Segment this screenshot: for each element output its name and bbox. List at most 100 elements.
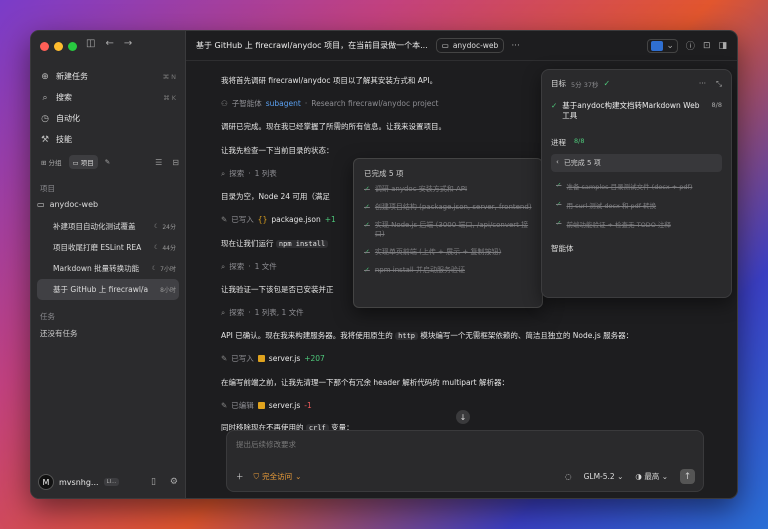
message-fragment: API 已确认。现在我来构建服务器。我将使用原生的 xyxy=(221,331,393,340)
gear-icon[interactable]: ⚙ xyxy=(170,477,178,487)
subagent-separator: · xyxy=(304,99,308,108)
tab-project[interactable]: ▭ 项目 xyxy=(68,155,98,169)
task-item-label: Markdown 批量转换功能 xyxy=(53,264,140,273)
effort-select[interactable]: ◑ 最高 ⌄ xyxy=(635,471,668,482)
avatar[interactable]: M xyxy=(38,474,54,490)
task-item[interactable]: 基于 GitHub 上 firecrawl/a 8小时 xyxy=(37,279,179,300)
subagent-label: 子智能体 xyxy=(231,99,262,108)
forward-arrow-icon[interactable]: → xyxy=(124,38,132,49)
completed-item: ✓ 调研 anydoc 安装方式和 API xyxy=(364,185,532,195)
task-item[interactable]: 项目收尾打磨 ESLint REA ☾ 44分 xyxy=(37,237,179,258)
task-item-label: 项目收尾打磨 ESLint REA xyxy=(53,243,142,252)
task-item-time: 7小时 xyxy=(160,266,176,273)
completed-items-toggle[interactable]: ‹ 已完成 5 项 xyxy=(551,153,722,172)
explore-row[interactable]: ⌕ 探索 · 1 列表, 1 文件 xyxy=(221,307,304,318)
close-window-button[interactable] xyxy=(40,42,49,51)
panel-toggle-icon[interactable]: ◨ xyxy=(718,41,727,51)
skills-button[interactable]: ⚒ 技能 xyxy=(37,129,179,150)
empty-tasks-text: 还没有任务 xyxy=(40,329,78,338)
completed-item-label: 调研 anydoc 安装方式和 API xyxy=(374,185,468,193)
task-item[interactable]: 补建项目自动化测试覆盖 ☾ 24分 xyxy=(37,216,179,237)
edit-row[interactable]: ✎ 已编辑 server.js -1 xyxy=(221,400,312,411)
explore-label: 探索 xyxy=(229,308,245,317)
automation-label: 自动化 xyxy=(56,114,80,123)
goal-label: 目标 xyxy=(551,79,566,88)
explore-row[interactable]: ⌕ 探索 · 1 列表 xyxy=(221,168,277,179)
archive-icon[interactable]: ⊟ xyxy=(172,158,179,167)
editor-select[interactable]: ⌄ xyxy=(647,38,678,53)
sidebar-toggle-icon[interactable]: ◫ xyxy=(86,38,95,49)
progress-item: ✓ 用 curl 测试 docx 和 pdf 转换 xyxy=(551,200,722,210)
explore-detail: 1 列表, 1 文件 xyxy=(254,308,304,317)
subagent-icon: ⚇ xyxy=(221,99,228,108)
more-icon[interactable]: ··· xyxy=(699,79,706,89)
phone-icon[interactable]: ▯ xyxy=(151,477,156,487)
moon-icon: ☾ xyxy=(153,244,160,251)
edit-label: 已编辑 xyxy=(231,401,254,410)
editor-icon xyxy=(651,40,664,51)
model-label: GLM-5.2 xyxy=(583,472,615,481)
back-arrow-icon[interactable]: ← xyxy=(105,38,113,49)
progress-item-label: 用 curl 测试 docx 和 pdf 转换 xyxy=(566,201,657,210)
check-circle-icon: ✓ xyxy=(364,248,370,257)
sidebar-toolbar: ◫ ← → xyxy=(86,38,132,49)
message-fragment: 模块编写一个无需框架依赖的、简洁且独立的 Node.js 服务器： xyxy=(420,331,634,340)
user-name[interactable]: mvsnhg... xyxy=(59,478,99,487)
task-item[interactable]: Markdown 批量转换功能 ☾ 7小时 xyxy=(37,258,179,279)
filter-icon[interactable]: ☰ xyxy=(155,158,162,167)
folder-icon: ▭ xyxy=(37,200,45,209)
completed-item: ✓ npm install 并启动服务验证 xyxy=(364,266,532,276)
clock-icon: ◷ xyxy=(41,113,49,124)
prompt-input[interactable]: 提出后续修改要求 xyxy=(236,439,296,450)
subagent-name: subagent xyxy=(265,99,301,108)
new-task-button[interactable]: ⊕ 新建任务 ⌘ N xyxy=(37,66,179,87)
completed-items-popover: 已完成 5 项 ✓ 调研 anydoc 安装方式和 API ✓ 创建项目结构 (… xyxy=(353,158,543,308)
js-file-icon xyxy=(257,402,265,409)
explore-separator: · xyxy=(248,262,251,271)
popover-title: 已完成 5 项 xyxy=(364,169,404,178)
sidebar: ◫ ← → ⊕ 新建任务 ⌘ N ⌕ 搜索 ⌘ K ◷ 自动化 ⚒ 技能 ⊞ 分… xyxy=(31,31,186,498)
write-row[interactable]: ✎ 已写入 server.js +207 xyxy=(221,353,325,364)
skills-label: 技能 xyxy=(56,135,72,144)
new-task-label: 新建任务 xyxy=(56,72,88,81)
pin-icon[interactable]: ✎ xyxy=(101,156,114,168)
scroll-down-button[interactable]: ↓ xyxy=(456,410,470,424)
collapse-icon[interactable]: ⤡ xyxy=(716,79,722,89)
new-task-icon: ⊕ xyxy=(41,71,49,82)
model-select[interactable]: GLM-5.2 ⌄ xyxy=(584,472,624,481)
goal-panel: 目标 5分 37秒 ✓ ··· ⤡ ✓ 基于anydoc构建文档转Markdow… xyxy=(541,69,732,298)
write-row[interactable]: ✎ 已写入 {} package.json +1 xyxy=(221,214,336,225)
maximize-window-button[interactable] xyxy=(68,42,77,51)
automation-button[interactable]: ◷ 自动化 xyxy=(37,108,179,129)
project-anydoc-web[interactable]: ▭ anydoc-web xyxy=(37,200,179,209)
check-circle-icon: ✓ xyxy=(556,199,562,208)
search-button[interactable]: ⌕ 搜索 ⌘ K xyxy=(37,87,179,108)
page-title: 基于 GitHub 上 firecrawl/anydoc 项目，在当前目录做一个… xyxy=(196,41,428,50)
send-button[interactable]: ↑ xyxy=(680,469,695,484)
subagent-row[interactable]: ⚇ 子智能体 subagent · Research firecrawl/any… xyxy=(221,98,438,109)
search-label: 搜索 xyxy=(56,93,72,102)
access-select[interactable]: ⛉ 完全访问 ⌄ xyxy=(254,471,302,482)
chevron-down-icon: ⌄ xyxy=(661,472,668,481)
file-name: server.js xyxy=(268,401,301,410)
tab-group[interactable]: ⊞ 分组 xyxy=(37,155,66,169)
explore-row[interactable]: ⌕ 探索 · 1 文件 xyxy=(221,261,277,272)
message-text: 目录为空，Node 24 可用（满足 xyxy=(221,192,330,201)
more-icon[interactable]: ··· xyxy=(511,41,520,51)
folder-chip[interactable]: ▭ anydoc-web xyxy=(435,38,505,53)
help-icon[interactable]: ⓘ xyxy=(686,39,695,52)
tab-group-label: 分组 xyxy=(48,159,62,167)
terminal-icon[interactable]: ⊡ xyxy=(703,41,711,51)
json-file-icon: {} xyxy=(257,215,268,224)
add-icon[interactable]: ＋ xyxy=(236,471,244,482)
spinner-icon: ◌ xyxy=(565,472,572,481)
completed-item: ✓ 实现 Node.js 后端 (3000 端口, /api/convert 接… xyxy=(364,221,532,241)
progress-label: 进程 xyxy=(551,137,566,147)
search-icon: ⌕ xyxy=(42,92,48,103)
effort-icon: ◑ xyxy=(635,472,642,481)
message-fragment: 现在让我们运行 xyxy=(221,239,274,248)
completed-item: ✓ 实现单页前端 (上传 + 展示 + 复制按钮) xyxy=(364,248,532,258)
minimize-window-button[interactable] xyxy=(54,42,63,51)
write-label: 已写入 xyxy=(231,215,254,224)
inline-code: http xyxy=(395,332,418,340)
